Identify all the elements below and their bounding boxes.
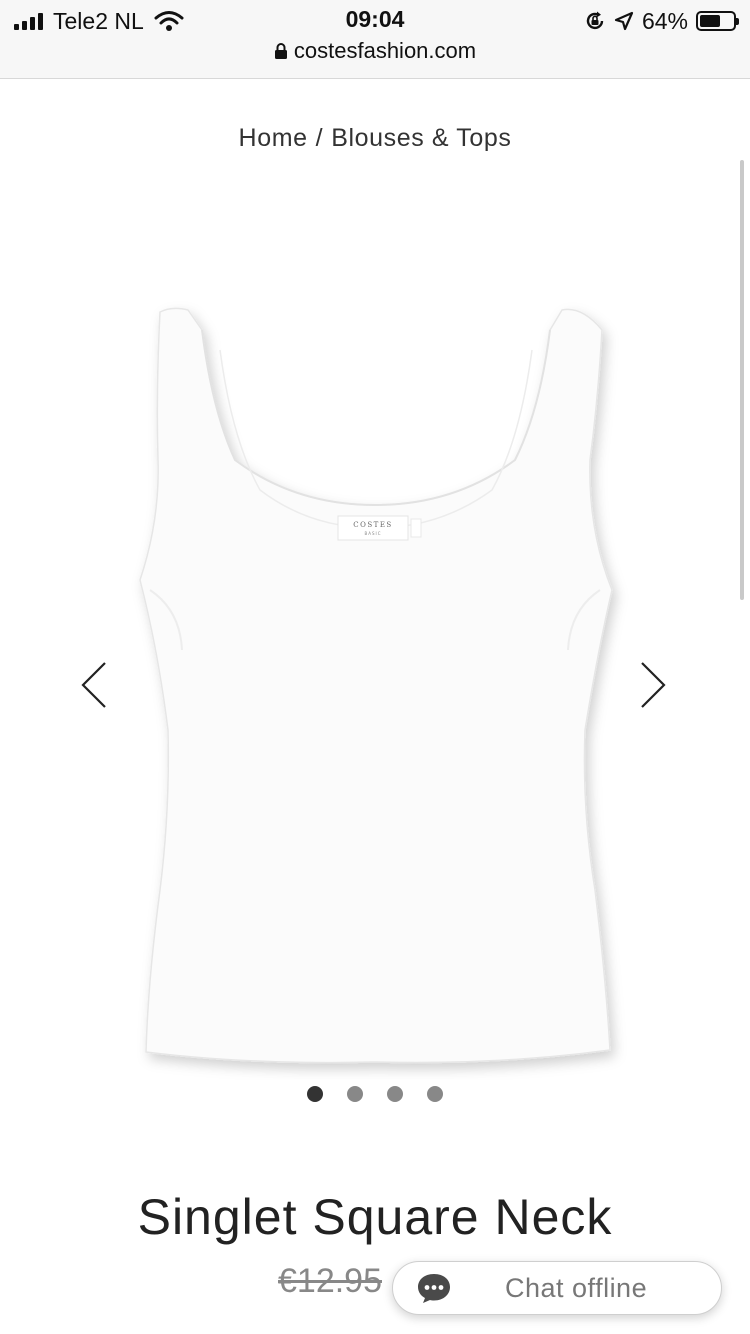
next-image-arrow-icon[interactable] — [632, 655, 672, 715]
product-image[interactable]: COSTES BASIC — [120, 290, 630, 1080]
gallery-dot[interactable] — [427, 1086, 443, 1102]
chat-label: Chat offline — [505, 1272, 648, 1303]
chat-button[interactable]: Chat offline — [392, 1261, 722, 1315]
location-arrow-icon — [614, 11, 634, 31]
gallery-dot[interactable] — [387, 1086, 403, 1102]
breadcrumb-home[interactable]: Home — [239, 124, 308, 152]
chat-bubble-icon — [418, 1274, 450, 1303]
breadcrumb-category[interactable]: Blouses & Tops — [331, 124, 511, 152]
brand-label-subtext: BASIC — [365, 531, 382, 536]
product-title: Singlet Square Neck — [137, 1189, 613, 1245]
brand-label-text: COSTES — [353, 521, 392, 529]
old-price: €12.95 — [278, 1262, 382, 1300]
lock-icon — [274, 43, 287, 59]
gallery-dot[interactable] — [307, 1086, 323, 1102]
orientation-lock-icon — [586, 11, 604, 30]
breadcrumb-separator: / — [315, 124, 324, 152]
battery-level — [700, 15, 720, 27]
url-text: costesfashion.com — [293, 38, 477, 63]
singlet-body — [139, 307, 613, 1064]
gallery-dots — [0, 1086, 750, 1102]
address-bar[interactable]: costesfashion.com — [0, 38, 750, 64]
battery-icon — [696, 11, 739, 31]
breadcrumb: Home / Blouses & Tops — [0, 124, 750, 153]
scroll-indicator — [740, 160, 744, 600]
previous-image-arrow-icon[interactable] — [75, 655, 115, 715]
battery-percentage: 64% — [641, 7, 688, 34]
gallery-dot[interactable] — [347, 1086, 363, 1102]
status-right: 64% — [584, 6, 739, 36]
status-bar: Tele2 NL 09:04 64% costesfashion.com — [0, 0, 750, 79]
